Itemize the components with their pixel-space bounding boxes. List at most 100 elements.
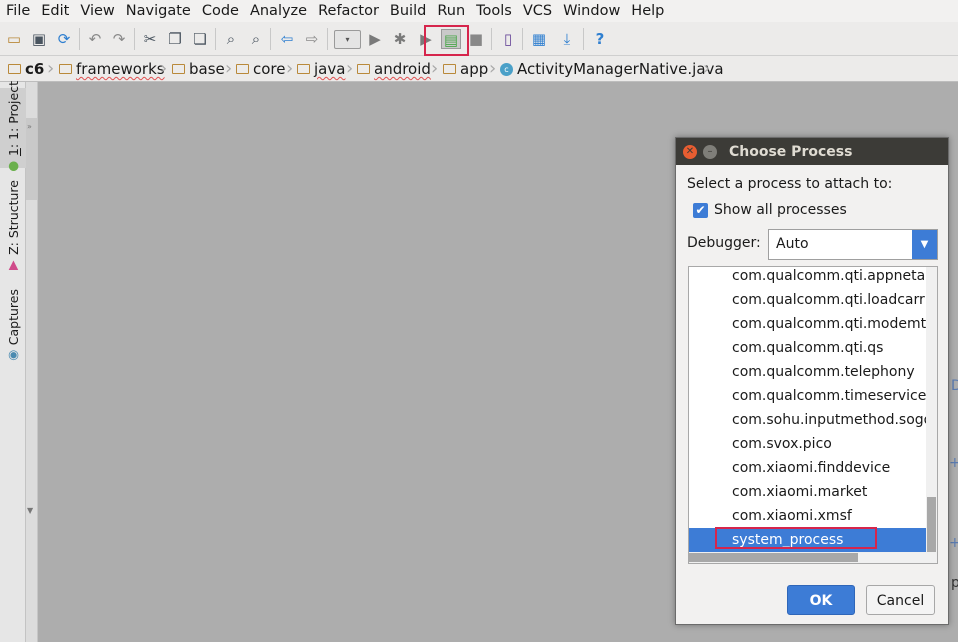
process-list[interactable]: com.qualcomm.qti.appnetaccess com.qualco… <box>688 266 938 564</box>
tool-window-strip: ● 1: 1: Project ▼ Z: Structure ◉ Capture… <box>0 81 26 642</box>
close-icon[interactable]: ✕ <box>683 145 697 159</box>
run-coverage-icon[interactable]: ▶ <box>416 29 436 49</box>
chevron-right-icon: › <box>160 58 168 79</box>
folder-icon <box>172 64 185 74</box>
menu-analyze[interactable]: Analyze <box>244 0 312 22</box>
tab-structure[interactable]: ▼ Z: Structure <box>0 178 26 276</box>
menu-vcs[interactable]: VCS <box>517 0 557 22</box>
menu-build[interactable]: Build <box>384 0 431 22</box>
list-item[interactable]: com.qualcomm.qti.qs <box>689 336 927 360</box>
cancel-button[interactable]: Cancel <box>866 585 935 615</box>
help-icon[interactable]: ? <box>590 29 610 49</box>
paste-icon[interactable]: ❏ <box>190 29 210 49</box>
chevron-right-icon: › <box>225 58 233 79</box>
redo-icon[interactable]: ↷ <box>109 29 129 49</box>
ok-button[interactable]: OK <box>787 585 855 615</box>
menu-file[interactable]: File <box>0 0 35 22</box>
scroll-thumb[interactable] <box>927 497 936 552</box>
breadcrumb-core[interactable]: core <box>236 56 286 82</box>
menu-navigate[interactable]: Navigate <box>120 0 196 22</box>
menu-help[interactable]: Help <box>625 0 669 22</box>
avd-manager-icon[interactable]: ▯ <box>498 29 518 49</box>
list-item[interactable]: com.xiaomi.finddevice <box>689 456 927 480</box>
breadcrumb-file[interactable]: c ActivityManagerNative.java <box>500 56 724 82</box>
edge-glyph: + <box>949 535 958 551</box>
menu-tools[interactable]: Tools <box>470 0 517 22</box>
breadcrumb-app[interactable]: app <box>443 56 488 82</box>
menu-bar: File Edit View Navigate Code Analyze Ref… <box>0 0 958 22</box>
breadcrumb-android[interactable]: android <box>357 56 431 82</box>
stop-icon[interactable]: ■ <box>466 29 486 49</box>
list-item[interactable]: com.qualcomm.timeservice <box>689 384 927 408</box>
attach-debugger-icon[interactable]: ▤ <box>441 29 461 49</box>
list-item[interactable]: com.qualcomm.qti.modemtestmode <box>689 312 927 336</box>
scroll-down-icon[interactable]: ▼ <box>27 506 33 515</box>
run-config-dropdown[interactable]: ▾ <box>334 30 361 49</box>
breadcrumb-java[interactable]: java <box>297 56 345 82</box>
debugger-label: Debugger: <box>687 235 761 251</box>
menu-view[interactable]: View <box>74 0 119 22</box>
chevron-right-icon: › <box>489 58 497 79</box>
find-icon[interactable]: ⌕ <box>221 29 241 49</box>
main-toolbar: ▭ ▣ ⟳ ↶ ↷ ✂ ❐ ❏ ⌕ ⌕ ⇦ ⇨ ▾ ▶ ✱ ▶ ▤ ■ ▯ ▦ … <box>0 22 958 56</box>
tab-project[interactable]: ● 1: 1: Project <box>0 81 26 175</box>
chevron-down-icon[interactable]: ▼ <box>912 230 937 259</box>
project-panel-collapsed: » ▼ <box>26 82 38 642</box>
debugger-select[interactable]: Auto ▼ <box>768 229 938 260</box>
list-item[interactable]: com.xiaomi.market <box>689 480 927 504</box>
run-icon[interactable]: ▶ <box>365 29 385 49</box>
list-item[interactable]: com.sohu.inputmethod.sogou <box>689 408 927 432</box>
breadcrumb-c6[interactable]: c6 <box>8 56 44 82</box>
copy-icon[interactable]: ❐ <box>165 29 185 49</box>
replace-icon[interactable]: ⌕ <box>246 29 266 49</box>
menu-window[interactable]: Window <box>557 0 625 22</box>
tab-captures[interactable]: ◉ Captures <box>0 286 26 368</box>
list-item[interactable]: com.qualcomm.qti.appnetaccess <box>689 267 927 288</box>
debug-icon[interactable]: ✱ <box>390 29 410 49</box>
scroll-thumb[interactable] <box>689 553 858 562</box>
folder-icon <box>236 64 249 74</box>
structure-icon: ▼ <box>5 258 21 274</box>
choose-process-dialog: ✕ – Choose Process Select a process to a… <box>675 137 949 625</box>
menu-code[interactable]: Code <box>196 0 244 22</box>
forward-icon[interactable]: ⇨ <box>302 29 322 49</box>
open-folder-icon[interactable]: ▭ <box>4 29 24 49</box>
horizontal-scrollbar[interactable] <box>689 552 937 563</box>
breadcrumb-frameworks[interactable]: frameworks <box>59 56 165 82</box>
chevron-right-icon: › <box>47 58 55 79</box>
undo-icon[interactable]: ↶ <box>85 29 105 49</box>
breadcrumb-base[interactable]: base <box>172 56 225 82</box>
android-icon: ● <box>5 160 21 176</box>
show-all-label: Show all processes <box>714 202 847 218</box>
expand-icon[interactable]: » <box>27 122 32 131</box>
save-icon[interactable]: ▣ <box>29 29 49 49</box>
dialog-title: Choose Process <box>729 144 853 160</box>
cut-icon[interactable]: ✂ <box>140 29 160 49</box>
list-item[interactable]: com.svox.pico <box>689 432 927 456</box>
list-item-selected[interactable]: system_process <box>689 528 927 552</box>
menu-run[interactable]: Run <box>431 0 470 22</box>
sync-icon[interactable]: ⟳ <box>54 29 74 49</box>
back-icon[interactable]: ⇦ <box>277 29 297 49</box>
chevron-right-icon: › <box>346 58 354 79</box>
sdk-manager-icon[interactable]: ⤓ <box>557 29 577 49</box>
list-item[interactable]: com.xiaomi.xmsf <box>689 504 927 528</box>
menu-edit[interactable]: Edit <box>35 0 74 22</box>
menu-refactor[interactable]: Refactor <box>312 0 384 22</box>
chevron-right-icon: › <box>286 58 294 79</box>
select-process-label: Select a process to attach to: <box>687 176 893 192</box>
edge-glyph: D <box>951 378 958 394</box>
list-item[interactable]: com.qualcomm.telephony <box>689 360 927 384</box>
folder-icon <box>357 64 370 74</box>
debugger-value: Auto <box>776 236 809 252</box>
folder-icon <box>59 64 72 74</box>
vertical-scrollbar[interactable] <box>926 267 937 552</box>
list-item[interactable]: com.qualcomm.qti.loadcarrier <box>689 288 927 312</box>
edge-glyph: + <box>949 455 958 471</box>
dialog-titlebar[interactable]: ✕ – Choose Process <box>676 138 948 165</box>
minimize-icon[interactable]: – <box>703 145 717 159</box>
project-structure-icon[interactable]: ▦ <box>529 29 549 49</box>
checkmark-icon[interactable]: ✔ <box>693 202 708 218</box>
chevron-right-icon: › <box>431 58 439 79</box>
show-all-processes-checkbox[interactable]: ✔ Show all processes <box>693 202 847 218</box>
